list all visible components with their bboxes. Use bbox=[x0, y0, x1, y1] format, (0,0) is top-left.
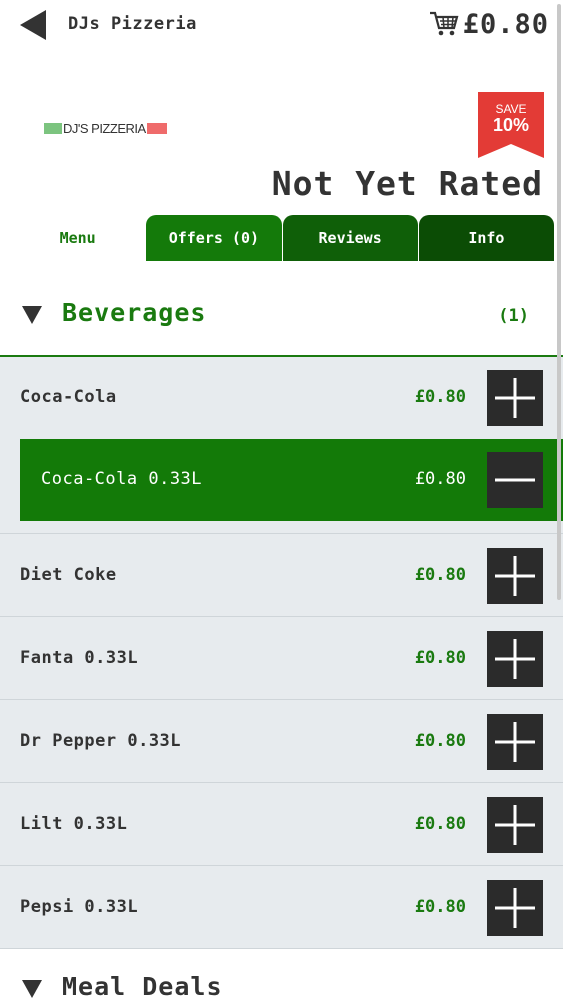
triangle-down-icon bbox=[22, 980, 42, 998]
tab-info[interactable]: Info bbox=[418, 215, 554, 261]
row-divider bbox=[0, 948, 563, 949]
tab-reviews[interactable]: Reviews bbox=[282, 215, 418, 261]
add-button[interactable] bbox=[487, 797, 543, 853]
item-name: Diet Coke bbox=[20, 565, 117, 585]
save-discount-badge[interactable]: SAVE 10% bbox=[478, 92, 544, 158]
add-button[interactable] bbox=[487, 714, 543, 770]
plus-icon bbox=[495, 888, 535, 928]
item-name: Lilt 0.33L bbox=[20, 814, 128, 834]
plus-icon bbox=[495, 639, 535, 679]
row-divider bbox=[0, 782, 563, 783]
list-item[interactable]: Lilt 0.33L £0.80 bbox=[0, 784, 563, 866]
category-name: Meal Deals bbox=[62, 972, 223, 1000]
category-header-beverages[interactable]: Beverages (1) bbox=[0, 284, 563, 344]
row-divider bbox=[0, 616, 563, 617]
selected-variant-row[interactable]: Coca-Cola 0.33L £0.80 bbox=[20, 439, 563, 521]
item-price: £0.80 bbox=[414, 731, 466, 751]
add-button[interactable] bbox=[487, 548, 543, 604]
item-list: Coca-Cola £0.80 Coca-Cola 0.33L £0.80 Di… bbox=[0, 357, 563, 949]
item-price: £0.80 bbox=[414, 897, 466, 917]
logo-text: DJ'S PIZZERIA bbox=[63, 120, 146, 136]
plus-icon bbox=[495, 805, 535, 845]
variant-name: Coca-Cola 0.33L bbox=[41, 469, 203, 489]
top-bar: DJs Pizzeria £0.80 bbox=[0, 0, 563, 50]
tab-menu[interactable]: Menu bbox=[10, 215, 146, 261]
logo-red-bar bbox=[146, 122, 167, 134]
plus-icon bbox=[495, 722, 535, 762]
add-button[interactable] bbox=[487, 631, 543, 687]
rating-text: Not Yet Rated bbox=[271, 164, 543, 203]
save-percent: 10% bbox=[492, 115, 530, 135]
remove-button[interactable] bbox=[487, 452, 543, 508]
plus-icon bbox=[495, 378, 535, 418]
back-button[interactable] bbox=[20, 10, 48, 40]
variant-price: £0.80 bbox=[414, 469, 466, 489]
list-item[interactable]: Pepsi 0.33L £0.80 bbox=[0, 867, 563, 949]
list-item[interactable]: Coca-Cola £0.80 Coca-Cola 0.33L £0.80 bbox=[0, 357, 563, 534]
row-divider bbox=[0, 699, 563, 700]
item-name: Dr Pepper 0.33L bbox=[20, 731, 182, 751]
minus-icon bbox=[495, 478, 535, 482]
add-button[interactable] bbox=[487, 880, 543, 936]
cart-button[interactable]: £0.80 bbox=[429, 4, 549, 44]
back-arrow-icon bbox=[20, 10, 46, 40]
item-name: Pepsi 0.33L bbox=[20, 897, 139, 917]
cart-total: £0.80 bbox=[462, 8, 549, 40]
add-button[interactable] bbox=[487, 370, 543, 426]
list-item[interactable]: Dr Pepper 0.33L £0.80 bbox=[0, 701, 563, 783]
category-count: (1) bbox=[498, 306, 529, 326]
plus-icon bbox=[495, 556, 535, 596]
tab-bar: Menu Offers (0) Reviews Info bbox=[10, 215, 554, 261]
item-price: £0.80 bbox=[414, 565, 466, 585]
list-item[interactable]: Diet Coke £0.80 bbox=[0, 535, 563, 617]
list-item[interactable]: Fanta 0.33L £0.80 bbox=[0, 618, 563, 700]
row-divider bbox=[0, 865, 563, 866]
item-price: £0.80 bbox=[414, 648, 466, 668]
category-header-meal-deals[interactable]: Meal Deals bbox=[0, 960, 563, 1000]
save-label: SAVE bbox=[495, 102, 527, 116]
shop-logo: DJ'S PIZZERIA bbox=[44, 120, 167, 136]
logo-green-bar bbox=[44, 122, 62, 134]
item-name: Fanta 0.33L bbox=[20, 648, 139, 668]
triangle-down-icon bbox=[22, 306, 42, 324]
item-name: Coca-Cola bbox=[20, 387, 117, 407]
row-divider bbox=[0, 533, 563, 534]
tab-offers[interactable]: Offers (0) bbox=[146, 215, 282, 261]
shop-title: DJs Pizzeria bbox=[68, 14, 197, 34]
scrollbar[interactable] bbox=[557, 4, 561, 600]
shopping-cart-icon bbox=[429, 11, 459, 36]
item-price: £0.80 bbox=[414, 814, 466, 834]
category-name: Beverages bbox=[62, 298, 207, 327]
item-price: £0.80 bbox=[414, 387, 466, 407]
